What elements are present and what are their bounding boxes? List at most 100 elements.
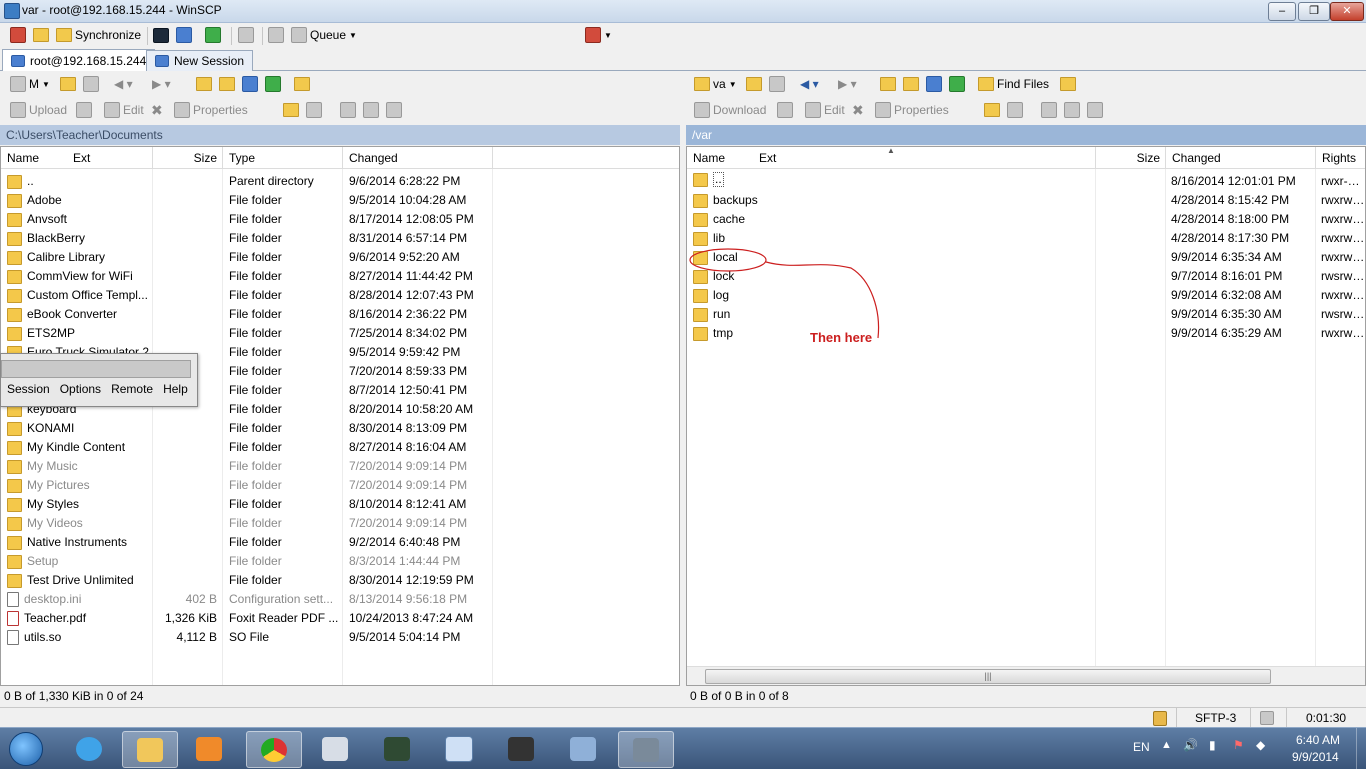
table-row[interactable]: Anvsoft File folder 8/17/2014 12:08:05 PM (1, 210, 679, 229)
local-icon-button[interactable] (10, 25, 26, 45)
minimize-button[interactable]: – (1268, 2, 1296, 21)
open-directory-button[interactable] (746, 74, 762, 94)
new-folder-button[interactable] (984, 100, 1000, 120)
table-row[interactable]: Native Instruments File folder 9/2/2014 6:… (1, 533, 679, 552)
table-row[interactable]: Teacher.pdf 1,326 KiB Foxit Reader PDF ...… (1, 609, 679, 628)
filter-button[interactable] (769, 74, 785, 94)
remote-directory-selector[interactable]: va ▼ (694, 74, 737, 94)
language-indicator[interactable]: EN (1133, 740, 1150, 754)
menu-options[interactable]: Options (60, 382, 101, 396)
home-button[interactable] (926, 74, 942, 94)
scrollbar-thumb[interactable]: ||| (705, 669, 1271, 684)
local-path-bar[interactable]: C:\Users\Teacher\Documents (0, 125, 680, 145)
menu-remote[interactable]: Remote (111, 382, 153, 396)
tab-root-session[interactable]: root@192.168.15.244 (2, 49, 156, 71)
table-row[interactable]: KONAMI File folder 8/30/2014 8:13:09 PM (1, 419, 679, 438)
open-directory-button[interactable] (60, 74, 76, 94)
find-files-button[interactable]: Find Files (978, 74, 1049, 94)
column-header-ext[interactable]: Ext (73, 147, 90, 169)
column-header-rights[interactable]: Rights (1316, 147, 1365, 169)
session-color-button[interactable]: ▼ (585, 25, 612, 45)
select-all-button[interactable] (1041, 100, 1057, 120)
refresh-button[interactable] (265, 74, 281, 94)
filter-select-button[interactable] (386, 100, 402, 120)
tree-button[interactable] (294, 74, 310, 94)
clock-time[interactable]: 6:40 AM (1296, 733, 1340, 747)
unselect-button[interactable] (363, 100, 379, 120)
remote-path-bar[interactable]: /var (686, 125, 1366, 145)
table-row[interactable]: My Videos File folder 7/20/2014 9:09:14 PM (1, 514, 679, 533)
filter-button[interactable] (83, 74, 99, 94)
start-button[interactable] (0, 731, 52, 766)
root-directory-button[interactable] (219, 74, 235, 94)
column-header-name[interactable]: Name Ext ▲ (687, 147, 1096, 169)
parent-directory-button[interactable] (196, 74, 212, 94)
table-row[interactable]: eBook Converter File folder 8/16/2014 2:36… (1, 305, 679, 324)
back-button[interactable]: ◀ ▾ (114, 74, 133, 94)
table-row[interactable]: Setup File folder 8/3/2014 1:44:44 PM (1, 552, 679, 571)
table-row[interactable]: ETS2MP File folder 7/25/2014 8:34:02 PM (1, 324, 679, 343)
restore-button[interactable]: ❐ (1298, 2, 1330, 21)
action-center-icon[interactable]: ⚑ (1233, 738, 1244, 752)
queue-icon-button[interactable] (33, 25, 49, 45)
tree-button[interactable] (1060, 74, 1076, 94)
column-header-size[interactable]: Size (153, 147, 223, 169)
table-row[interactable]: Custom Office Templ... File folder 8/28/20… (1, 286, 679, 305)
taskbar-file-explorer[interactable] (122, 731, 178, 768)
forward-button[interactable]: ▶ ▾ (838, 74, 857, 94)
column-header-changed[interactable]: Changed (343, 147, 493, 169)
clock-date[interactable]: 9/9/2014 (1292, 750, 1339, 764)
taskbar-chrome[interactable] (246, 731, 302, 768)
synchronize-button[interactable]: Synchronize (56, 25, 141, 45)
table-row[interactable]: My Music File folder 7/20/2014 9:09:14 PM (1, 457, 679, 476)
table-row[interactable]: .. Parent directory 9/6/2014 6:28:22 PM (1, 172, 679, 191)
table-row[interactable]: My Styles File folder 8/10/2014 8:12:41 AM (1, 495, 679, 514)
table-row[interactable]: My Pictures File folder 7/20/2014 9:09:14 … (1, 476, 679, 495)
tab-new-session[interactable]: New Session (146, 50, 254, 71)
menu-help[interactable]: Help (163, 382, 188, 396)
column-header-changed[interactable]: Changed (1166, 147, 1316, 169)
table-row[interactable]: Test Drive Unlimited File folder 8/30/2014… (1, 571, 679, 590)
queue-list-button[interactable] (268, 25, 284, 45)
column-header-size[interactable]: Size (1096, 147, 1166, 169)
table-row[interactable]: cache 4/28/2014 8:18:00 PM rwxrwxr-x (687, 210, 1365, 229)
column-header-name[interactable]: Name Ext (1, 147, 153, 169)
properties-button[interactable]: Properties (174, 100, 248, 120)
root-directory-button[interactable] (903, 74, 919, 94)
compare-directories-button[interactable] (205, 25, 221, 45)
table-row[interactable]: Calibre Library File folder 9/6/2014 9:52:… (1, 248, 679, 267)
unselect-button[interactable] (1064, 100, 1080, 120)
select-all-button[interactable] (340, 100, 356, 120)
upload-options-button[interactable] (76, 100, 92, 120)
table-row[interactable]: CommView for WiFi File folder 8/27/2014 11… (1, 267, 679, 286)
parent-directory-button[interactable] (880, 74, 896, 94)
upload-button[interactable]: Upload (10, 100, 67, 120)
table-row[interactable]: utils.so 4,112 B SO File 9/5/2014 5:04:14 P… (1, 628, 679, 647)
taskbar-internet-explorer[interactable] (62, 731, 116, 766)
show-desktop-button[interactable] (1356, 728, 1366, 769)
table-row[interactable]: desktop.ini 402 B Configuration sett... 8/1… (1, 590, 679, 609)
column-header-type[interactable]: Type (223, 147, 343, 169)
network-icon[interactable]: ▮ (1209, 738, 1216, 752)
new-file-button[interactable] (306, 100, 322, 120)
home-button[interactable] (242, 74, 258, 94)
taskbar-winscp[interactable] (618, 731, 674, 768)
open-terminal-button[interactable] (153, 25, 169, 45)
taskbar-game-app[interactable] (494, 731, 548, 766)
taskbar-window-app[interactable] (432, 731, 486, 766)
taskbar-terminal-app[interactable] (370, 731, 424, 766)
edit-button[interactable]: Edit (805, 100, 845, 120)
properties-button[interactable]: Properties (875, 100, 949, 120)
refresh-button[interactable] (949, 74, 965, 94)
close-button[interactable]: ✕ (1330, 2, 1364, 21)
table-row[interactable]: BlackBerry File folder 8/31/2014 6:57:14 P… (1, 229, 679, 248)
taskbar-media-player[interactable] (182, 731, 236, 766)
volume-icon[interactable]: 🔊 (1183, 738, 1198, 752)
preferences-button[interactable] (238, 25, 254, 45)
horizontal-scrollbar[interactable]: ||| (687, 666, 1365, 685)
new-file-button[interactable] (1007, 100, 1023, 120)
taskbar-calculator[interactable] (308, 731, 362, 766)
edit-button[interactable]: Edit (104, 100, 144, 120)
forward-button[interactable]: ▶ ▾ (152, 74, 171, 94)
table-row[interactable]: Adobe File folder 9/5/2014 10:04:28 AM (1, 191, 679, 210)
